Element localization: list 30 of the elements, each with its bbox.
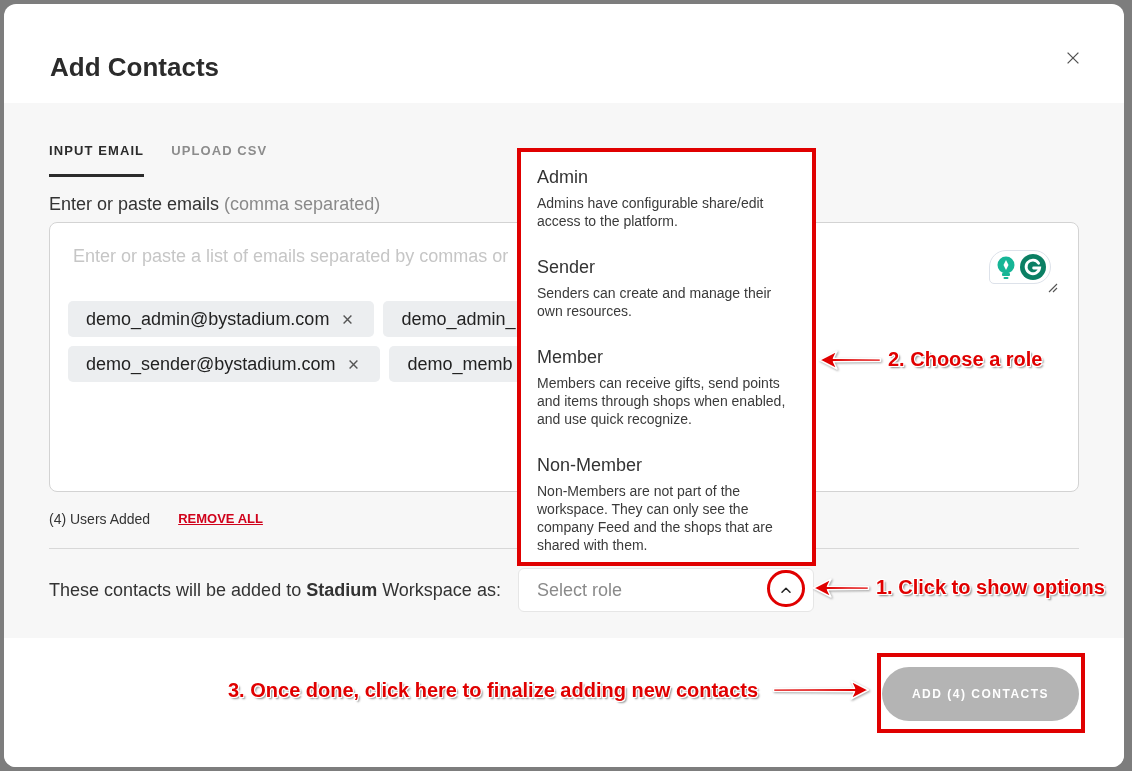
annotation-text: 2. Choose a role — [888, 347, 1043, 371]
chip-email: demo_memb — [407, 353, 513, 376]
chip-email: demo_admin@bystadium.com — [86, 308, 330, 331]
g-logo-icon — [1020, 254, 1046, 280]
users-added-count: (4) Users Added — [49, 510, 151, 529]
remove-all-link[interactable]: REMOVE ALL — [178, 509, 263, 529]
assistant-widget[interactable] — [989, 250, 1051, 284]
annotation-text: 3. Once done, click here to finalize adding new contacts — [228, 678, 759, 702]
option-title[interactable]: Member — [537, 345, 794, 369]
chip-email: demo_admin_ — [401, 308, 516, 331]
dialog-title: Add Contacts — [50, 51, 219, 84]
resize-handle-icon[interactable] — [1048, 283, 1058, 293]
chip-email: demo_sender@bystadium.com — [86, 353, 336, 376]
close-icon[interactable] — [343, 314, 353, 324]
option-description: Senders can create and manage their own resources. — [537, 284, 773, 320]
left-arrow-icon — [812, 577, 870, 599]
option-description: Members can receive gifts, send points and items through shops when enabled, and use quick recognize. — [537, 374, 787, 428]
chevron-up-icon — [781, 587, 791, 593]
option-title[interactable]: Admin — [537, 165, 794, 189]
lightbulb-icon — [997, 255, 1015, 279]
option-title[interactable]: Non-Member — [537, 453, 794, 477]
role-prompt: These contacts will be added to Stadium Workspace as: — [49, 579, 502, 602]
tab[interactable]: INPUT EMAIL — [49, 141, 145, 177]
placeholder-text: Enter or paste a list of emails separated by commas or — [73, 245, 509, 268]
annotation-text: 1. Click to show options — [876, 575, 1105, 599]
option-title[interactable]: Sender — [537, 255, 794, 279]
close-icon[interactable] — [349, 359, 359, 369]
close-icon — [1067, 52, 1079, 64]
field-label: Enter or paste emails (comma separated) — [49, 193, 381, 216]
role-select[interactable]: Select role — [518, 568, 814, 612]
